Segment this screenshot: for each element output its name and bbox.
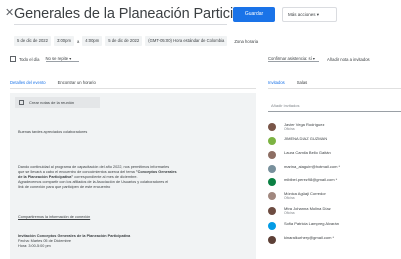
guest-row[interactable]: Sofia Patricia Lampreg Alvarán (268, 221, 401, 233)
connection-info-link[interactable]: Compartiremos la información de conexión (18, 215, 250, 220)
guest-avatar (268, 165, 276, 173)
guest-avatar (268, 207, 276, 215)
guest-row[interactable]: Javier Vega Rodríguez Oficina (268, 122, 401, 134)
guest-avatar (268, 178, 276, 186)
guest-avatar (268, 137, 276, 145)
guest-name: marina_aiaguirr@hotmail.com * (284, 164, 341, 169)
create-notes-label: Crear notas de la reunión (29, 100, 75, 105)
end-date[interactable]: 5 de dic de 2022 (105, 36, 143, 46)
timezone[interactable]: (GMT-05:00) Hora estándar de Colombia (145, 36, 228, 46)
close-icon[interactable]: ✕ (5, 8, 14, 19)
guest-row[interactable]: marina_aiaguirr@hotmail.com * (268, 164, 401, 176)
repeat-select[interactable]: No se repite ▾ (45, 56, 80, 62)
all-day-checkbox[interactable] (10, 56, 16, 62)
timezone-link[interactable]: Zona horaria (234, 39, 258, 44)
add-note-link[interactable]: Añadir nota a invitados (327, 57, 370, 62)
topic-name-start: "Conceptos Generales (135, 170, 177, 174)
add-guests-input[interactable]: Añadir invitados (268, 100, 401, 112)
paragraph-2-line-2: link de conexión para que participen de … (18, 185, 111, 189)
invitation-block: Invitación Conceptos Generales de la Pla… (18, 234, 250, 249)
end-time[interactable]: 4:00pm (82, 36, 103, 46)
guest-name: Sofia Patricia Lampreg Alvarán (284, 221, 339, 226)
notes-icon (19, 100, 24, 105)
guest-role: Oficina (284, 196, 295, 200)
guest-name: kinaralkurhery@gmail.com * (284, 235, 335, 240)
guest-avatar (268, 236, 276, 244)
guest-avatar (268, 151, 276, 159)
invitation-title: Invitación Conceptos Generales de la Pla… (18, 234, 131, 238)
event-options-row: Todo el día No se repite ▾ (10, 54, 80, 64)
date-separator: a (76, 38, 80, 44)
guest-row[interactable]: kinaralkurhery@gmail.com * (268, 235, 401, 247)
save-button[interactable]: Guardar (233, 7, 275, 22)
guest-row[interactable]: Mónica Agüaji Corredor Oficina (268, 191, 401, 203)
guests-tabs-divider (268, 88, 401, 89)
description-editor[interactable]: Crear notas de la reunión Buenas tardes … (10, 93, 256, 259)
start-time[interactable]: 3:00pm (53, 36, 74, 46)
event-title[interactable]: Generales de la Planeación Participativa (14, 4, 271, 24)
greeting-text: Buenas tardes apreciados colaboradores (18, 130, 88, 134)
invitation-time: Hora: 3:00-5:00 pm (18, 244, 51, 248)
guest-row[interactable]: mibibel.perez98@gmail.com * (268, 177, 401, 189)
create-notes-button[interactable]: Crear notas de la reunión (15, 97, 100, 108)
guest-name: Laura Camila Bello Gaitán (284, 150, 331, 155)
guest-avatar (268, 222, 276, 230)
event-header: ✕ Generales de la Planeación Participati… (0, 0, 401, 30)
tabs-divider (10, 88, 256, 89)
guest-row[interactable]: JIMENA DIAZ GUZMAN (268, 136, 401, 148)
guest-name: mibibel.perez98@gmail.com * (284, 177, 338, 182)
start-date[interactable]: 5 de dic de 2022 (14, 36, 51, 46)
guest-role: Oficina (284, 211, 295, 215)
more-actions-button[interactable]: Más acciones ▾ (282, 7, 337, 22)
guest-avatar (268, 192, 276, 200)
confirm-attendance-select[interactable]: Confirmar asistencia: sí ▾ (268, 56, 320, 62)
guest-row[interactable]: Laura Camila Bello Gaitán (268, 150, 401, 162)
event-title-field[interactable]: Generales de la Planeación Participativa (14, 4, 271, 25)
date-time-row: 5 de dic de 2022 3:00pm a 4:00pm 5 de di… (14, 35, 258, 47)
guest-role: Oficina (284, 127, 295, 131)
rsvp-options: Confirmar asistencia: sí ▾ Añadir nota a… (268, 54, 370, 64)
topic-name-end: de la Planeación Participativa" (18, 175, 74, 179)
all-day-label: Todo el día (19, 56, 40, 62)
guest-row[interactable]: Mtra Johanna Molina Díaz Oficina (268, 206, 401, 218)
guest-name: JIMENA DIAZ GUZMAN (284, 136, 328, 141)
guest-avatar (268, 123, 276, 131)
paragraph-1: Dando continuidad al programa de capacit… (18, 165, 250, 190)
